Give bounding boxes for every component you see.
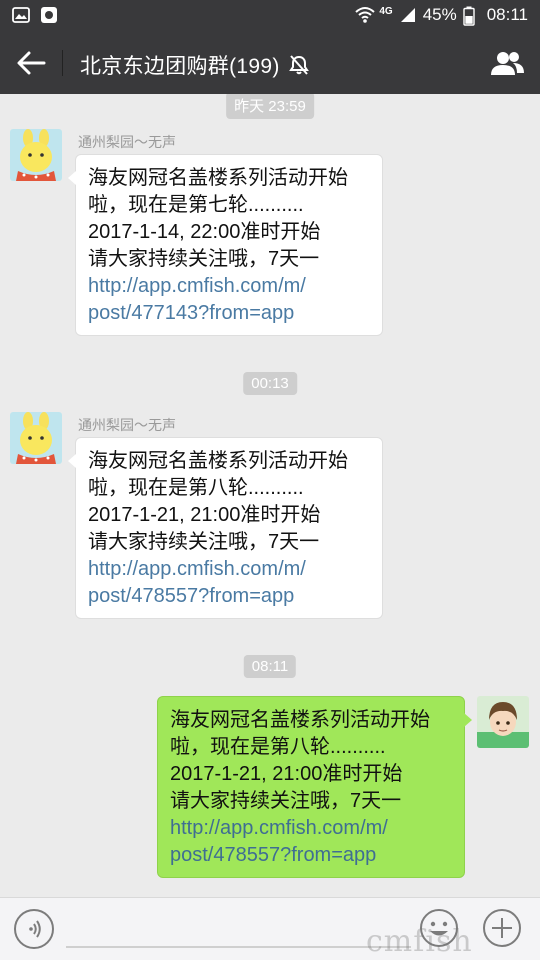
wifi-icon xyxy=(355,6,376,24)
message-line: 啦，现在是第七轮.......... xyxy=(88,194,304,216)
message-line: 请大家持续关注哦，7天一 xyxy=(170,790,402,812)
network-type: 4G xyxy=(379,5,393,17)
chat-header: 北京东边团购群(199) xyxy=(0,32,540,94)
sender-name: 通州梨园～无声 xyxy=(78,417,176,433)
message-bubble[interactable]: 海友网冠名盖楼系列活动开始 啦，现在是第八轮.......... 2017-1-… xyxy=(68,437,383,619)
message-link[interactable]: http://app.cmfish.com/m/ xyxy=(88,556,370,583)
message-line: 2017-1-21, 21:00准时开始 xyxy=(88,504,321,526)
sender-name: 通州梨园～无声 xyxy=(78,134,176,150)
message-line: 海友网冠名盖楼系列活动开始 xyxy=(88,167,348,189)
back-arrow-icon[interactable] xyxy=(14,48,48,78)
group-name: 北京东边团购群(199) xyxy=(80,55,280,78)
message-link[interactable]: post/477143?from=app xyxy=(88,300,370,327)
message-line: 请大家持续关注哦，7天一 xyxy=(88,531,320,553)
mute-icon xyxy=(288,54,310,76)
message-link[interactable]: post/478557?from=app xyxy=(88,583,370,610)
emoji-icon[interactable] xyxy=(418,907,460,949)
message-input[interactable] xyxy=(66,946,411,948)
avatar[interactable] xyxy=(10,412,62,464)
time-divider: 昨天 23:59 xyxy=(226,94,314,119)
chat-title: 北京东边团购群(199) xyxy=(80,50,310,80)
message-line: 请大家持续关注哦，7天一 xyxy=(88,248,320,270)
my-avatar[interactable] xyxy=(477,696,529,748)
message-line: 啦，现在是第八轮.......... xyxy=(88,477,304,499)
plus-icon[interactable] xyxy=(481,907,523,949)
message-line: 2017-1-14, 22:00准时开始 xyxy=(88,221,321,243)
message-line: 海友网冠名盖楼系列活动开始 xyxy=(170,709,430,731)
avatar[interactable] xyxy=(10,129,62,181)
voice-icon[interactable] xyxy=(14,909,54,949)
message-line: 海友网冠名盖楼系列活动开始 xyxy=(88,450,348,472)
message-link[interactable]: http://app.cmfish.com/m/ xyxy=(88,273,370,300)
status-time: 08:11 xyxy=(486,5,528,24)
photo-icon xyxy=(12,6,30,24)
app-icon xyxy=(40,6,58,24)
message-line: 啦，现在是第八轮.......... xyxy=(170,736,386,758)
header-divider xyxy=(62,50,63,76)
chat-message-list[interactable]: 昨天 23:59 通州梨园～无声 海友网冠名盖楼系列活动开始 啦，现在是第七轮.… xyxy=(0,94,540,897)
message-bubble[interactable]: 海友网冠名盖楼系列活动开始 啦，现在是第七轮.......... 2017-1-… xyxy=(68,154,383,336)
time-divider: 00:13 xyxy=(243,372,297,395)
battery-icon xyxy=(463,6,481,26)
battery-percent: 45% xyxy=(422,5,457,24)
time-divider: 08:11 xyxy=(243,655,297,678)
status-bar: 4G 45% 08:11 xyxy=(0,0,540,32)
message-link[interactable]: http://app.cmfish.com/m/ xyxy=(170,815,452,842)
message-line: 2017-1-21, 21:00准时开始 xyxy=(170,763,403,785)
group-members-icon[interactable] xyxy=(488,48,526,78)
input-bar xyxy=(0,897,540,960)
signal-icon xyxy=(399,6,417,24)
message-link[interactable]: post/478557?from=app xyxy=(170,842,452,869)
message-bubble-outgoing[interactable]: 海友网冠名盖楼系列活动开始 啦，现在是第八轮.......... 2017-1-… xyxy=(157,696,472,878)
